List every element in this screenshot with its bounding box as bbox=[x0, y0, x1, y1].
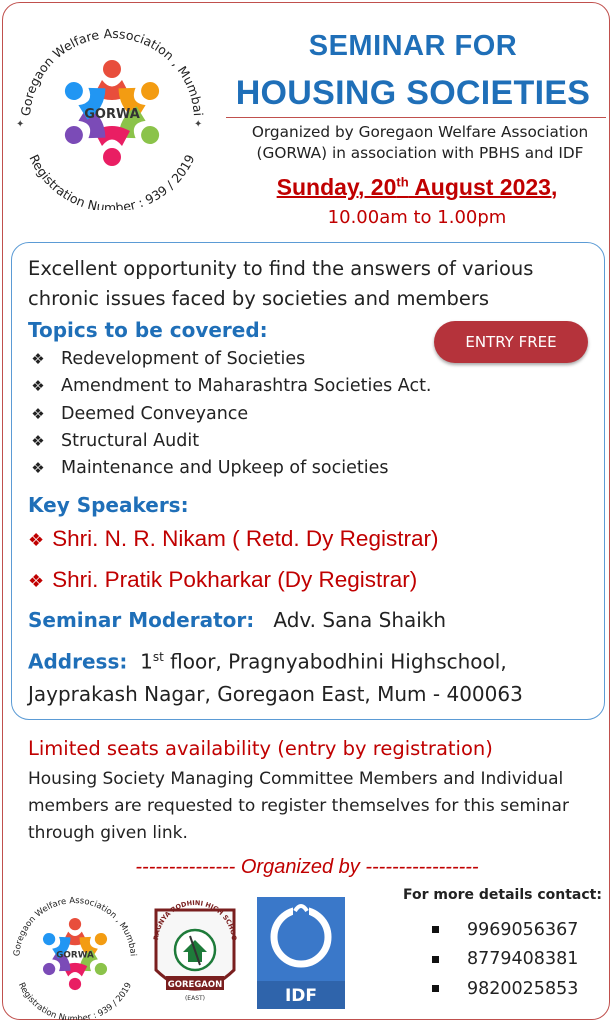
logo-people-ring-icon: GORWA bbox=[64, 60, 160, 166]
registration-text: Housing Society Managing Committee Membe… bbox=[28, 769, 569, 843]
contact-heading: For more details contact: bbox=[403, 887, 602, 903]
list-item: 9820025853 bbox=[432, 974, 578, 1004]
list-item: 9969056367 bbox=[432, 915, 578, 945]
address-floor-num: 1 bbox=[140, 649, 153, 674]
diamond-bullet-icon: ❖ bbox=[31, 350, 45, 369]
title-line-1: SEMINAR FOR bbox=[308, 30, 518, 62]
idf-label: IDF bbox=[285, 986, 317, 1006]
square-bullet-icon bbox=[432, 955, 439, 963]
idf-logo: IDF bbox=[257, 897, 345, 1009]
school-logo: PRAGNYA BODHINI HIGH SCHOOL GOREGAON (EA… bbox=[150, 890, 238, 1002]
logo-people-ring-icon: GORWA bbox=[42, 918, 108, 991]
speaker-label: Shri. Pratik Pokharkar (Dy Registrar) bbox=[52, 567, 418, 592]
moderator-line: Seminar Moderator: Adv. Sana Shaikh bbox=[28, 608, 446, 632]
square-bullet-icon bbox=[432, 926, 439, 934]
speaker-1: ❖ Shri. N. R. Nikam ( Retd. Dy Registrar) bbox=[28, 526, 438, 552]
topic-label: Redevelopment of Societies bbox=[61, 349, 306, 370]
school-sub: (EAST) bbox=[185, 995, 205, 1002]
logo-abbr: GORWA bbox=[56, 950, 94, 960]
speaker-2: ❖ Shri. Pratik Pokharkar (Dy Registrar) bbox=[28, 567, 417, 593]
organized-by-heading: --------------- Organized by -----------… bbox=[135, 856, 479, 878]
logo-abbr: GORWA bbox=[84, 107, 140, 122]
intro-text: Excellent opportunity to find the answer… bbox=[28, 257, 534, 310]
list-item: ❖ Structural Audit bbox=[28, 428, 588, 455]
phone-number[interactable]: 9820025853 bbox=[467, 979, 578, 999]
title-divider bbox=[226, 117, 606, 118]
svg-text:✦: ✦ bbox=[194, 119, 202, 130]
address-block: Address: 1st floor, Pragnyabodhini Highs… bbox=[28, 641, 598, 710]
moderator-label: Seminar Moderator: bbox=[28, 608, 255, 632]
school-town: GOREGAON bbox=[168, 980, 222, 990]
organizer-line-2: (GORWA) in association with PBHS and IDF bbox=[256, 144, 584, 162]
address-floor-sup: st bbox=[152, 650, 164, 664]
diamond-bullet-icon: ❖ bbox=[28, 530, 45, 550]
list-item: ❖ Deemed Conveyance bbox=[28, 401, 588, 428]
address-line-2: Jayprakash Nagar, Goregaon East, Mum - 4… bbox=[28, 681, 523, 706]
organizer-text: Organized by Goregaon Welfare Associatio… bbox=[225, 122, 614, 164]
address-label: Address: bbox=[28, 649, 128, 674]
phone-list: 9969056367 8779408381 9820025853 bbox=[432, 915, 578, 1004]
list-item: ❖ Maintenance and Upkeep of societies bbox=[28, 455, 588, 482]
diamond-bullet-icon: ❖ bbox=[31, 432, 45, 451]
date-suffix: August 2023, bbox=[408, 174, 558, 200]
date-sup: th bbox=[396, 174, 409, 190]
list-item: ❖ Redevelopment of Societies bbox=[28, 346, 588, 373]
title-line-2: HOUSING SOCIETIES bbox=[235, 74, 591, 112]
topic-label: Amendment to Maharashtra Societies Act. bbox=[61, 376, 432, 397]
organizer-line-1: Organized by Goregaon Welfare Associatio… bbox=[251, 123, 589, 141]
gorwa-logo-small: Goregaon Welfare Association , Mumbai Re… bbox=[12, 896, 137, 1020]
topics-heading: Topics to be covered: bbox=[28, 318, 268, 342]
svg-text:✦: ✦ bbox=[16, 119, 24, 130]
topics-list: ❖ Redevelopment of Societies ❖ Amendment t… bbox=[28, 346, 588, 482]
address-line-1: floor, Pragnyabodhini Highschool, bbox=[163, 649, 507, 674]
event-time: 10.00am to 1.00pm bbox=[327, 207, 507, 228]
diamond-bullet-icon: ❖ bbox=[31, 404, 45, 423]
speaker-label: Shri. N. R. Nikam ( Retd. Dy Registrar) bbox=[52, 526, 439, 551]
speakers-heading: Key Speakers: bbox=[28, 493, 189, 517]
list-item: 8779408381 bbox=[432, 945, 578, 975]
diamond-bullet-icon: ❖ bbox=[31, 459, 45, 478]
limited-seats-text: Limited seats availability (entry by reg… bbox=[28, 737, 493, 760]
phone-number[interactable]: 9969056367 bbox=[467, 920, 578, 940]
event-date: Sunday, 20th August 2023, bbox=[222, 174, 612, 201]
diamond-bullet-icon: ❖ bbox=[31, 377, 45, 396]
phone-number[interactable]: 8779408381 bbox=[467, 949, 578, 969]
gorwa-logo: Goregaon Welfare Association , Mumbai Re… bbox=[16, 26, 206, 210]
list-item: ❖ Amendment to Maharashtra Societies Act. bbox=[28, 373, 588, 400]
diamond-bullet-icon: ❖ bbox=[28, 571, 45, 591]
moderator-name: Adv. Sana Shaikh bbox=[273, 608, 447, 632]
date-prefix: Sunday, 20 bbox=[276, 174, 397, 200]
topic-label: Maintenance and Upkeep of societies bbox=[61, 458, 389, 479]
square-bullet-icon bbox=[432, 985, 439, 993]
topic-label: Structural Audit bbox=[61, 431, 200, 452]
topic-label: Deemed Conveyance bbox=[61, 403, 249, 424]
